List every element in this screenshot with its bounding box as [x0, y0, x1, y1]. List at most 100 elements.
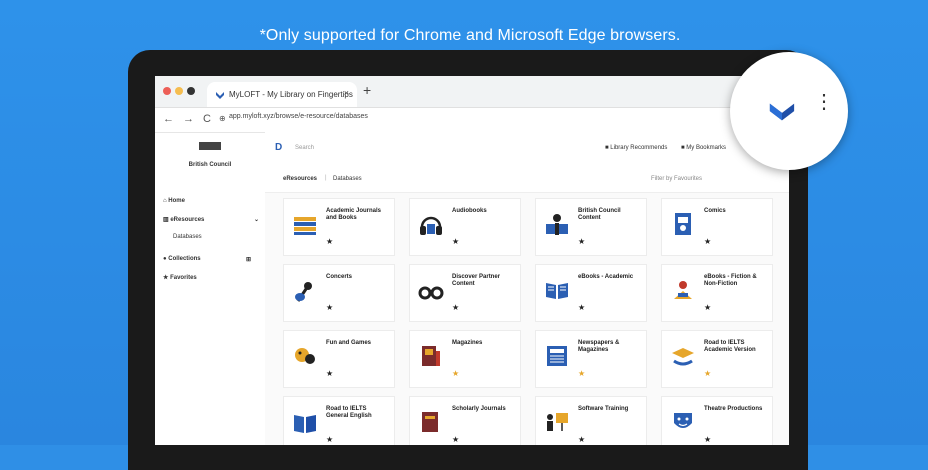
journal-icon: [422, 412, 438, 432]
card-label: Road to IELTS General English: [326, 406, 372, 419]
sidebar-item-label: eResources: [170, 217, 205, 223]
collection-icon: ●: [163, 256, 167, 262]
favorite-star-icon[interactable]: ★: [452, 369, 459, 378]
url-field[interactable]: app.myloft.xyz/browse/e-resource/databas…: [229, 113, 368, 120]
sidebar: British Council ⌂ Home ▥ eResources ⌄ Da…: [155, 132, 266, 445]
site-info-icon[interactable]: ⊕: [219, 114, 226, 123]
database-card-scholarly-journals[interactable]: Scholarly Journals ★: [409, 396, 521, 445]
database-card-concerts[interactable]: Concerts ★: [283, 264, 395, 322]
library-icon: ▥: [163, 217, 169, 223]
reload-icon[interactable]: C: [203, 113, 211, 125]
forward-arrow-icon[interactable]: →: [183, 113, 194, 125]
browser-menu-icon[interactable]: ⋮: [814, 92, 834, 112]
breadcrumb-eresources[interactable]: eResources: [283, 176, 317, 182]
library-recommends-label: Library Recommends: [610, 145, 668, 151]
library-recommends-link[interactable]: ■ Library Recommends: [605, 145, 667, 151]
new-tab-button[interactable]: +: [363, 82, 371, 98]
chevron-down-icon: ⌄: [253, 217, 259, 223]
org-logo: [199, 142, 221, 150]
star-icon: ★: [163, 275, 169, 281]
sidebar-item-databases[interactable]: Databases: [173, 234, 202, 240]
database-card-comics[interactable]: Comics ★: [661, 198, 773, 256]
my-bookmarks-label: My Bookmarks: [686, 145, 726, 151]
open-book-icon: [546, 283, 568, 299]
database-card-discover-partner[interactable]: Discover Partner Content ★: [409, 264, 521, 322]
card-label: Magazines: [452, 340, 483, 346]
favorite-star-icon[interactable]: ★: [704, 237, 711, 246]
sidebar-item-eresources[interactable]: ▥ eResources ⌄: [163, 216, 259, 223]
window-close-dot[interactable]: [163, 87, 171, 95]
database-card-theatre[interactable]: Theatre Productions ★: [661, 396, 773, 445]
database-card-academic-journals[interactable]: Academic Journals and Books ★: [283, 198, 395, 256]
myloft-extension-icon[interactable]: [768, 98, 796, 126]
favorite-star-icon[interactable]: ★: [326, 369, 333, 378]
favorite-star-icon[interactable]: ★: [326, 435, 333, 444]
database-card-ebooks-academic[interactable]: eBooks - Academic ★: [535, 264, 647, 322]
newspaper-icon: [547, 346, 567, 366]
database-card-ielts-academic[interactable]: Road to IELTS Academic Version ★: [661, 330, 773, 388]
comic-icon: [675, 213, 691, 235]
card-label: eBooks - Academic: [578, 274, 634, 280]
binoculars-icon: [418, 286, 444, 300]
myloft-favicon-icon: [216, 92, 224, 99]
favorite-star-icon[interactable]: ★: [578, 237, 585, 246]
favorite-star-icon[interactable]: ★: [704, 435, 711, 444]
card-label: Newspapers & Magazines: [578, 340, 620, 353]
database-card-ebooks-fiction[interactable]: eBooks - Fiction & Non-Fiction ★: [661, 264, 773, 322]
card-label: Academic Journals and Books: [326, 208, 382, 221]
favorite-star-icon[interactable]: ★: [452, 435, 459, 444]
favorite-star-icon[interactable]: ★: [704, 369, 711, 378]
main-content: D Search ■ Library Recommends ■ My Bookm…: [265, 132, 789, 445]
window-maximize-dot[interactable]: [187, 87, 195, 95]
database-card-newspapers[interactable]: Newspapers & Magazines ★: [535, 330, 647, 388]
favorite-star-icon[interactable]: ★: [326, 237, 333, 246]
card-label: Scholarly Journals: [452, 406, 506, 412]
favorite-star-icon[interactable]: ★: [452, 303, 459, 312]
sidebar-item-home[interactable]: ⌂ Home: [163, 198, 185, 204]
database-card-fun-games[interactable]: Fun and Games ★: [283, 330, 395, 388]
favorite-star-icon[interactable]: ★: [704, 303, 711, 312]
database-card-british-council[interactable]: British Council Content ★: [535, 198, 647, 256]
tab-close-icon[interactable]: ×: [344, 88, 349, 98]
favorite-star-icon[interactable]: ★: [578, 435, 585, 444]
sidebar-item-collections[interactable]: ● Collections ⊞: [163, 256, 259, 263]
database-card-audiobooks[interactable]: Audiobooks ★: [409, 198, 521, 256]
graduation-icon: [672, 348, 694, 366]
sidebar-item-label: Collections: [168, 256, 201, 262]
browser-window: MyLOFT - My Library on Fingertips × + ← …: [155, 76, 789, 445]
card-label: Road to IELTS Academic Version: [704, 340, 756, 353]
my-bookmarks-link[interactable]: ■ My Bookmarks: [681, 145, 726, 151]
database-card-software-training[interactable]: Software Training ★: [535, 396, 647, 445]
card-label: Discover Partner Content: [452, 274, 501, 287]
browser-tab[interactable]: MyLOFT - My Library on Fingertips ×: [207, 82, 357, 107]
filter-label: Filter by Favourites: [651, 176, 703, 182]
favorite-star-icon[interactable]: ★: [452, 237, 459, 246]
card-label: Audiobooks: [452, 208, 487, 214]
logo-mark-icon: D: [275, 142, 283, 153]
window-minimize-dot[interactable]: [175, 87, 183, 95]
database-card-ielts-general[interactable]: Road to IELTS General English ★: [283, 396, 395, 445]
sidebar-item-label: Home: [168, 198, 185, 204]
favorite-star-icon[interactable]: ★: [578, 369, 585, 378]
bookmark-icon: ■: [681, 145, 685, 151]
breadcrumb: eResources | Databases Filter by Favouri…: [265, 168, 789, 193]
favorite-star-icon[interactable]: ★: [326, 303, 333, 312]
card-label: Theatre Productions: [704, 406, 763, 412]
search-input[interactable]: Search: [295, 145, 314, 151]
home-icon: ⌂: [163, 198, 167, 204]
favorite-star-icon[interactable]: ★: [578, 303, 585, 312]
database-card-magazines[interactable]: Magazines ★: [409, 330, 521, 388]
breadcrumb-databases[interactable]: Databases: [333, 176, 362, 182]
bookmark-icon: ■: [605, 145, 609, 151]
address-bar: ← → C ⊕ app.myloft.xyz/browse/e-resource…: [155, 108, 789, 133]
sidebar-item-favorites[interactable]: ★ Favorites: [163, 274, 197, 281]
add-collection-icon[interactable]: ⊞: [246, 256, 251, 263]
breadcrumb-separator: |: [325, 175, 327, 181]
sidebar-item-label: Favorites: [170, 275, 197, 281]
reading-person-icon: [674, 281, 692, 299]
browser-tab-bar: MyLOFT - My Library on Fingertips × +: [155, 76, 789, 108]
presentation-icon: [547, 413, 568, 431]
back-arrow-icon[interactable]: ←: [163, 113, 174, 125]
card-label: British Council Content: [578, 208, 621, 221]
filter-dropdown[interactable]: Filter by Favourites: [651, 176, 702, 182]
